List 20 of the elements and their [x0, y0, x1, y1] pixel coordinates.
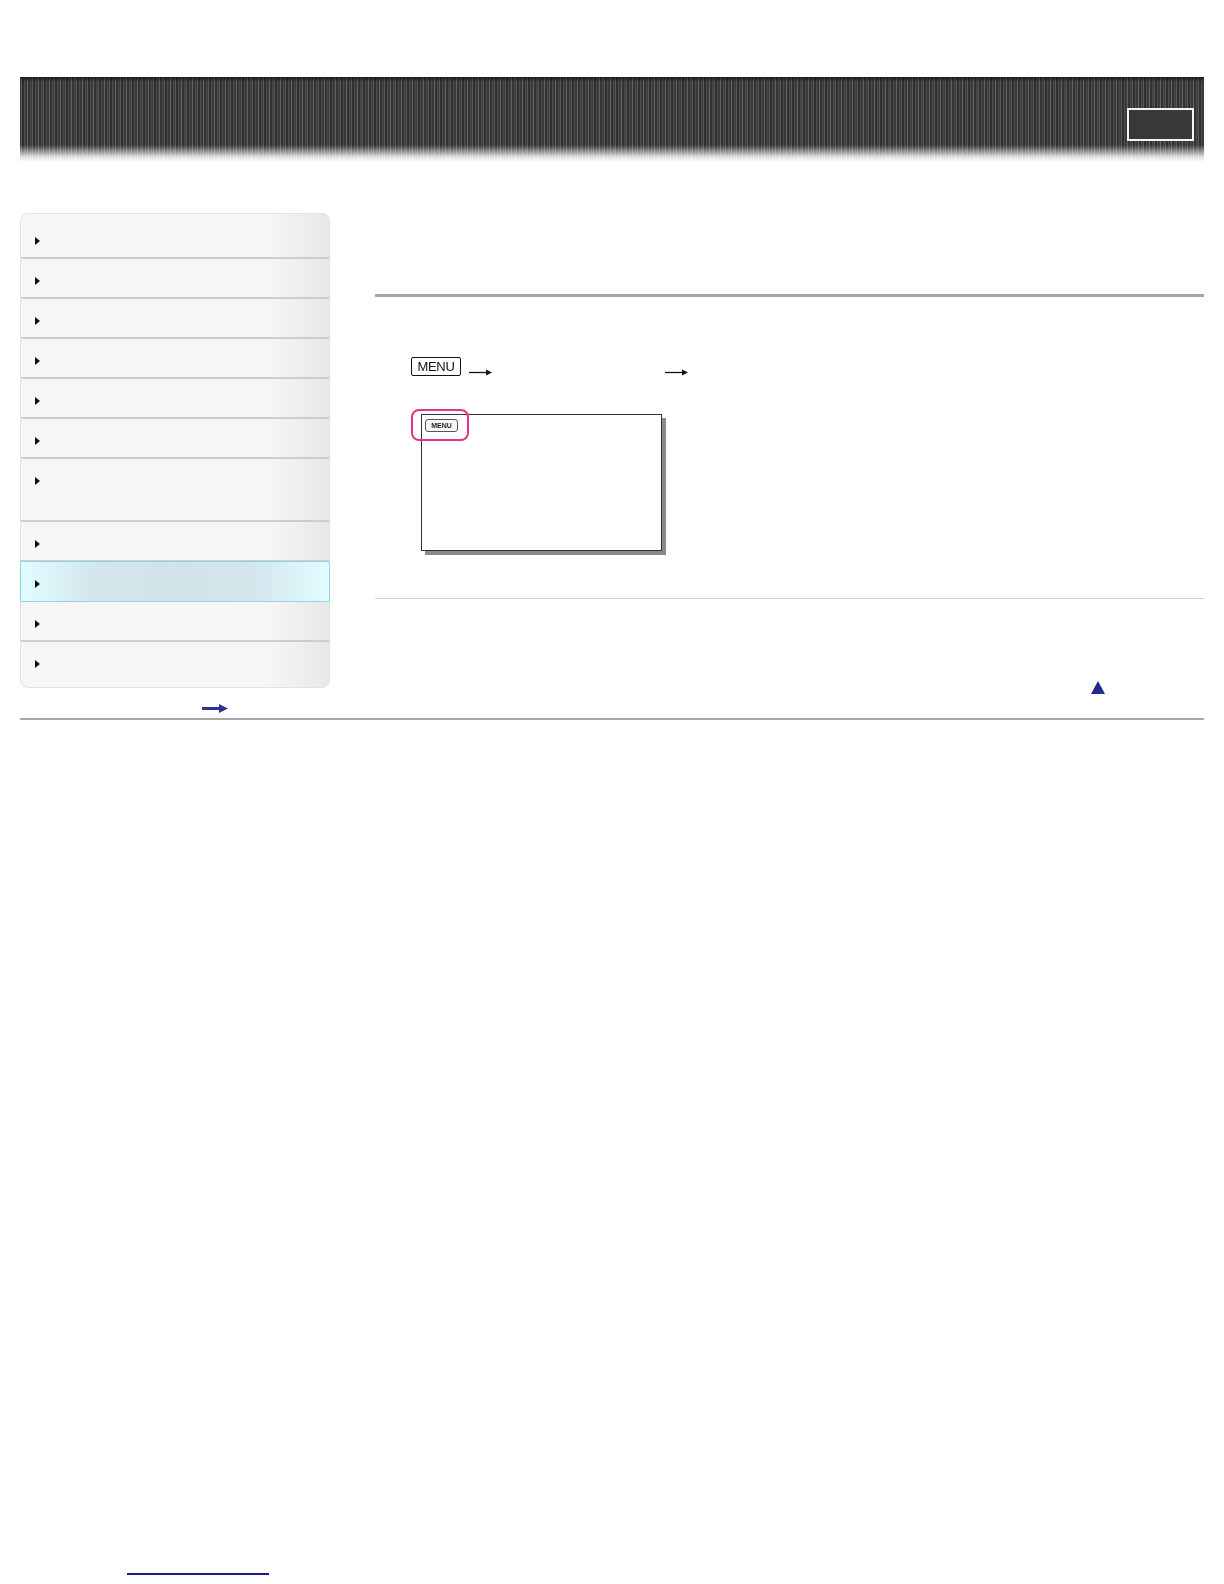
right-arrow-icon [665, 369, 688, 376]
menu-key: MENU [411, 357, 461, 376]
triangle-bullet-icon [35, 620, 40, 628]
triangle-bullet-icon [35, 357, 40, 365]
triangle-bullet-icon [35, 660, 40, 668]
sidebar-item[interactable] [20, 561, 330, 602]
triangle-bullet-icon [35, 397, 40, 405]
triangle-bullet-icon [35, 540, 40, 548]
triangle-bullet-icon [35, 237, 40, 245]
triangle-bullet-icon [35, 477, 40, 485]
triangle-bullet-icon [35, 580, 40, 588]
header-button[interactable] [1127, 108, 1194, 141]
triangle-bullet-icon [35, 317, 40, 325]
triangle-bullet-icon [35, 437, 40, 445]
up-triangle-icon[interactable] [1091, 681, 1105, 694]
triangle-bullet-icon [35, 277, 40, 285]
highlight-frame [411, 409, 469, 441]
right-arrow-icon[interactable] [202, 704, 228, 713]
right-arrow-icon [469, 369, 492, 376]
link-underline[interactable] [127, 1573, 269, 1575]
